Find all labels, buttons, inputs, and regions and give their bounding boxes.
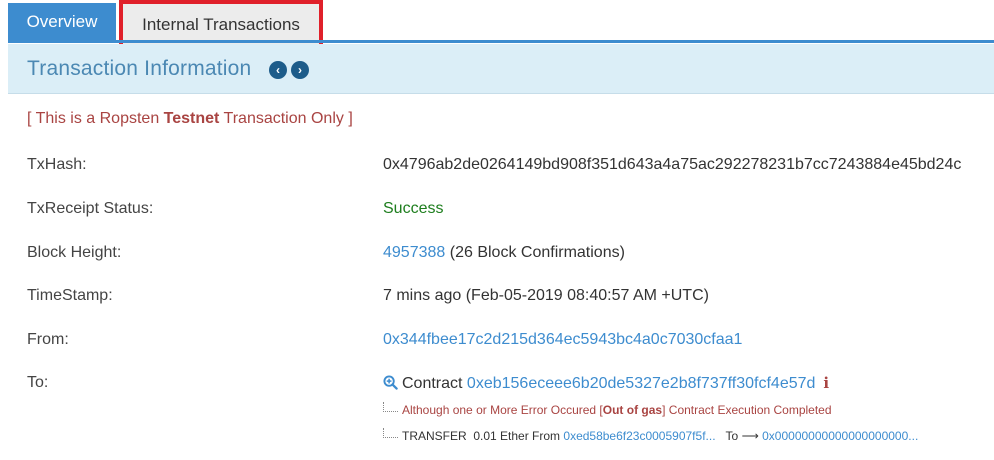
error-suffix: ] Contract Execution Completed <box>662 403 832 417</box>
contract-word: Contract <box>402 375 463 392</box>
from-label: From: <box>27 331 69 348</box>
notice-suffix: Transaction Only ] <box>219 110 353 127</box>
page-title: Transaction Information <box>27 57 252 80</box>
zoom-in-icon[interactable] <box>383 375 398 390</box>
notice-bold: Testnet <box>163 110 220 127</box>
to-label: To: <box>27 374 49 391</box>
from-row: 0x344fbee17c2d215d364ec5943bc4a0c7030cfa… <box>383 331 742 349</box>
error-line: Although one or More Error Occured [Out … <box>383 402 832 417</box>
testnet-notice: [ This is a Ropsten Testnet Transaction … <box>27 110 353 128</box>
tab-bar: Overview Internal Transactions <box>0 0 994 48</box>
tab-overview[interactable]: Overview <box>8 3 116 41</box>
timestamp-value: 7 mins ago (Feb-05-2019 08:40:57 AM +UTC… <box>383 287 709 304</box>
contract-address-link[interactable]: 0xeb156eceee6b20de5327e2b8f737ff30fcf4e5… <box>467 375 815 392</box>
txhash-label: TxHash: <box>27 156 87 173</box>
status-value: Success <box>383 200 444 217</box>
block-height-row: 4957388 (26 Block Confirmations) <box>383 244 625 262</box>
panel-header: Transaction Information ‹ › <box>8 44 994 94</box>
txhash-value: 0x4796ab2de0264149bd908f351d643a4a75ac29… <box>383 156 962 173</box>
notice-prefix: [ This is a Ropsten <box>27 110 164 127</box>
transfer-prefix: TRANSFER <box>402 429 467 443</box>
status-label: TxReceipt Status: <box>27 200 154 217</box>
transfer-from-link[interactable]: 0xed58be6f23c0005907f5f... <box>563 429 715 443</box>
block-height-label: Block Height: <box>27 244 122 261</box>
tab-divider <box>8 40 994 43</box>
tree-branch-icon <box>383 428 398 438</box>
transfer-to-label: To <box>725 429 739 443</box>
error-prefix: Although one or More Error Occured [ <box>402 403 603 417</box>
to-row: Contract 0xeb156eceee6b20de5327e2b8f737f… <box>383 374 829 393</box>
from-address-link[interactable]: 0x344fbee17c2d215d364ec5943bc4a0c7030cfa… <box>383 331 742 348</box>
block-height-link[interactable]: 4957388 <box>383 244 445 261</box>
transfer-amount: 0.01 Ether From <box>473 429 561 443</box>
chevron-right-icon[interactable]: › <box>291 61 309 79</box>
block-confirmations: (26 Block Confirmations) <box>449 244 625 261</box>
timestamp-label: TimeStamp: <box>27 287 113 304</box>
error-bold: Out of gas <box>602 403 663 417</box>
tree-branch-icon <box>383 402 398 412</box>
transaction-details: [ This is a Ropsten Testnet Transaction … <box>8 94 994 460</box>
transfer-line: TRANSFER 0.01 Ether From 0xed58be6f23c00… <box>383 428 918 443</box>
info-icon[interactable]: i <box>823 374 829 392</box>
arrow-right-icon: ⟶ <box>741 429 759 443</box>
chevron-left-icon[interactable]: ‹ <box>269 61 287 79</box>
transfer-to-link[interactable]: 0x00000000000000000000... <box>762 429 918 443</box>
